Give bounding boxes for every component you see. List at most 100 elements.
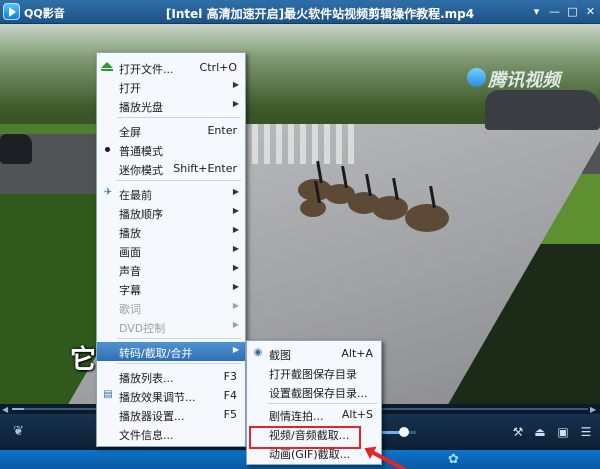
submenu-arrow-icon: ▶ <box>232 345 239 354</box>
menu-item-label: 剧情连拍... <box>269 410 324 423</box>
menu-item-shortcut: Enter <box>207 124 237 137</box>
menu-item-label: 文件信息... <box>119 429 174 442</box>
menu-item[interactable]: ▤ 播放效果调节... F4 <box>97 386 245 405</box>
menu-item-label: 全屏 <box>119 126 141 139</box>
menu-item-label: 画面 <box>119 246 141 259</box>
menu-item-label: DVD控制 <box>119 322 166 335</box>
radio-dot-icon <box>105 147 110 152</box>
annotation-highlight-box <box>249 426 361 449</box>
submenu-arrow-icon: ▶ <box>232 80 239 89</box>
menu-item[interactable]: 播放光盘 ▶ <box>97 96 245 115</box>
menu-item-label: 播放 <box>119 227 141 240</box>
submenu-arrow-icon: ▶ <box>232 206 239 215</box>
menu-item[interactable]: ✈ 在最前 ▶ <box>97 184 245 203</box>
menu-item[interactable]: 文件信息... <box>97 424 245 443</box>
menu-item[interactable]: ◉ 截图 Alt+A <box>247 344 381 363</box>
flower-icon[interactable]: ✿ <box>448 452 459 467</box>
menu-item-label: 设置截图保存目录... <box>269 387 368 400</box>
menu-item-label: 播放顺序 <box>119 208 163 221</box>
menu-item[interactable]: 播放 ▶ <box>97 222 245 241</box>
submenu-arrow-icon: ▶ <box>232 263 239 272</box>
submenu-arrow-icon: ▶ <box>232 99 239 108</box>
goose <box>300 199 326 217</box>
menu-item[interactable]: 打开 ▶ <box>97 77 245 96</box>
qq-player-logo-icon[interactable] <box>3 3 20 20</box>
goose <box>405 204 449 232</box>
menu-item[interactable]: 打开文件... Ctrl+O <box>97 58 245 77</box>
menu-separator <box>117 117 241 118</box>
menu-item-label: 声音 <box>119 265 141 278</box>
maximize-button[interactable]: □ <box>565 4 580 19</box>
screen-icon[interactable]: ▣ <box>555 424 571 440</box>
menu-item[interactable]: 字幕 ▶ <box>97 279 245 298</box>
menu-item[interactable]: 全屏 Enter <box>97 121 245 140</box>
menu-item-label: 转码/截取/合并 <box>119 347 193 360</box>
minimize-button[interactable]: — <box>547 4 562 19</box>
submenu-arrow-icon: ▶ <box>232 320 239 329</box>
menu-item-label: 字幕 <box>119 284 141 297</box>
skin-menu-button[interactable]: ▾ <box>529 4 544 19</box>
menu-item-label: 播放效果调节... <box>119 391 196 404</box>
menu-item[interactable]: 歌词 ▶ <box>97 298 245 317</box>
crosswalk <box>240 124 360 164</box>
seek-forward-icon[interactable]: ▶ <box>590 405 596 414</box>
menu-item-shortcut: F3 <box>223 370 237 383</box>
menu-item-shortcut: F4 <box>223 389 237 402</box>
menu-item-label: 播放列表... <box>119 372 174 385</box>
equalizer-icon: ▤ <box>103 389 113 400</box>
submenu-arrow-icon: ▶ <box>232 244 239 253</box>
volume-knob[interactable] <box>399 427 409 437</box>
footprint-icon[interactable]: ❦ <box>13 424 24 439</box>
menu-item-label: 在最前 <box>119 189 152 202</box>
goose <box>372 196 408 220</box>
menu-item-shortcut: Ctrl+O <box>199 61 237 74</box>
app-name[interactable]: QQ影音 <box>24 5 65 21</box>
car-left <box>0 134 32 164</box>
submenu-arrow-icon: ▶ <box>232 282 239 291</box>
menu-item-shortcut: Shift+Enter <box>173 162 237 175</box>
progress-fill <box>12 408 24 410</box>
menu-item-shortcut: Alt+A <box>341 347 373 360</box>
menu-item-label: 打开截图保存目录 <box>269 368 357 381</box>
menu-item-shortcut: F5 <box>223 408 237 421</box>
menu-item-label: 打开文件... <box>119 63 174 76</box>
menu-item[interactable]: 播放器设置... F5 <box>97 405 245 424</box>
menu-item[interactable]: 打开截图保存目录 <box>247 363 381 382</box>
camera-icon: ◉ <box>253 347 263 358</box>
menu-item[interactable]: 声音 ▶ <box>97 260 245 279</box>
close-button[interactable]: ✕ <box>583 4 598 19</box>
menu-item[interactable]: DVD控制 ▶ <box>97 317 245 336</box>
menu-item[interactable]: 迷你模式 Shift+Enter <box>97 159 245 178</box>
menu-item-label: 播放光盘 <box>119 101 163 114</box>
car-right <box>485 90 600 130</box>
menu-item[interactable]: 设置截图保存目录... <box>247 382 381 401</box>
tools-icon[interactable]: ⚒ <box>510 424 526 440</box>
menu-item[interactable]: 播放顺序 ▶ <box>97 203 245 222</box>
menu-separator <box>117 180 241 181</box>
menu-item[interactable]: 播放列表... F3 <box>97 367 245 386</box>
submenu-arrow-icon: ▶ <box>232 187 239 196</box>
menu-item[interactable]: 画面 ▶ <box>97 241 245 260</box>
menu-item-label: 歌词 <box>119 303 141 316</box>
submenu-arrow-icon: ▶ <box>232 301 239 310</box>
title-bar: QQ影音 [Intel 高清加速开启]最火软件站视频剪辑操作教程.mp4 ▾ —… <box>0 0 600 24</box>
tencent-video-icon <box>467 68 486 87</box>
window-title: [Intel 高清加速开启]最火软件站视频剪辑操作教程.mp4 <box>165 7 475 21</box>
seek-back-icon[interactable]: ◀ <box>2 405 8 414</box>
submenu-arrow-icon: ▶ <box>232 225 239 234</box>
menu-item[interactable]: 普通模式 <box>97 140 245 159</box>
menu-item-label: 播放器设置... <box>119 410 185 423</box>
menu-item[interactable]: 剧情连拍... Alt+S <box>247 405 381 424</box>
playlist-icon[interactable]: ☰ <box>578 424 594 440</box>
eject-icon[interactable]: ⏏ <box>532 424 548 440</box>
menu-item-label: 普通模式 <box>119 145 163 158</box>
menu-item-label: 打开 <box>119 82 141 95</box>
menu-item[interactable]: 转码/截取/合并 ▶ <box>97 342 245 361</box>
menu-separator <box>117 338 241 339</box>
context-menu: 打开文件... Ctrl+O 打开 ▶ 播放光盘 ▶ 全屏 Enter 普通模式迷你模式 Shif… <box>96 52 246 447</box>
menu-item-label: 截图 <box>269 349 291 362</box>
watermark: 腾讯视频 <box>488 70 560 91</box>
eject-icon <box>101 62 113 71</box>
menu-item-label: 迷你模式 <box>119 164 163 177</box>
menu-separator <box>117 363 241 364</box>
